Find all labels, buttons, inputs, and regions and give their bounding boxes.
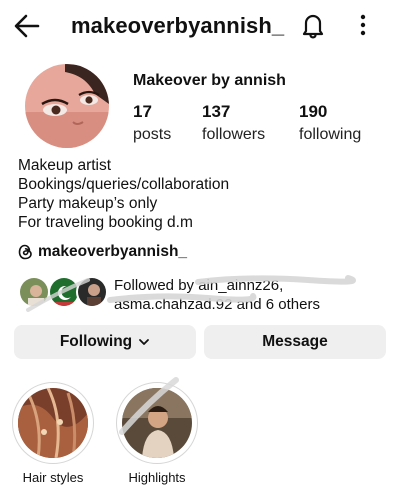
highlight-cover-image: [18, 388, 88, 458]
threads-link[interactable]: makeoverbyannish_: [18, 242, 187, 262]
threads-icon: [18, 244, 32, 260]
bio-line: For traveling booking d.m: [18, 214, 193, 231]
highlight-label: Highlights: [128, 470, 186, 485]
follower-avatar: [18, 276, 50, 308]
highlight-label: Hair styles: [22, 470, 84, 485]
highlight-cover-image: [122, 388, 192, 458]
followed-by-text: Followed by ain_ainnz26, asma.chahzad.92…: [114, 276, 384, 314]
profile-bio: Makeup artist Bookings/queries/collabora…: [18, 156, 229, 232]
bio-line: Makeup artist: [18, 157, 112, 174]
posts-count: 17: [133, 102, 152, 121]
following-button-label: Following: [59, 333, 133, 350]
bio-line: Bookings/queries/collaboration: [18, 176, 230, 193]
highlight-ring: [116, 382, 198, 464]
story-highlight-hair-styles[interactable]: Hair styles: [12, 382, 94, 485]
profile-username: makeoverbyannish_: [71, 13, 285, 38]
posts-label: posts: [133, 126, 172, 143]
highlight-ring: [12, 382, 94, 464]
followers-count: 137: [202, 102, 231, 121]
followers-stat[interactable]: 137 followers: [202, 102, 265, 144]
message-button[interactable]: Message: [204, 325, 386, 359]
story-highlight-highlights[interactable]: Highlights: [116, 377, 198, 485]
arrow-left-icon[interactable]: [12, 12, 42, 40]
top-bar: makeoverbyannish_: [0, 0, 400, 52]
avatar-face-image: [25, 64, 109, 148]
bell-icon[interactable]: [300, 11, 326, 39]
bio-line: Party makeup’s only: [18, 195, 158, 212]
followers-label: followers: [202, 126, 266, 143]
followed-by-line: asma.chahzad.92 and 6 others: [114, 296, 320, 313]
chevron-down-icon: [139, 339, 150, 345]
message-button-label: Message: [262, 333, 328, 350]
follower-avatar: [76, 276, 108, 308]
following-label: following: [299, 126, 362, 143]
profile-display-name: Makeover by annish: [133, 72, 286, 89]
following-button[interactable]: Following: [14, 325, 196, 359]
profile-avatar[interactable]: [25, 64, 109, 148]
threads-handle: makeoverbyannish_: [38, 243, 188, 260]
following-count: 190: [299, 102, 328, 121]
following-stat[interactable]: 190 following: [299, 102, 361, 144]
followed-by-line: Followed by ain_ainnz26,: [114, 277, 284, 294]
posts-stat[interactable]: 17 posts: [133, 102, 171, 144]
more-vertical-icon[interactable]: [354, 13, 372, 37]
followed-by-row[interactable]: Followed by ain_ainnz26, asma.chahzad.92…: [18, 274, 388, 314]
